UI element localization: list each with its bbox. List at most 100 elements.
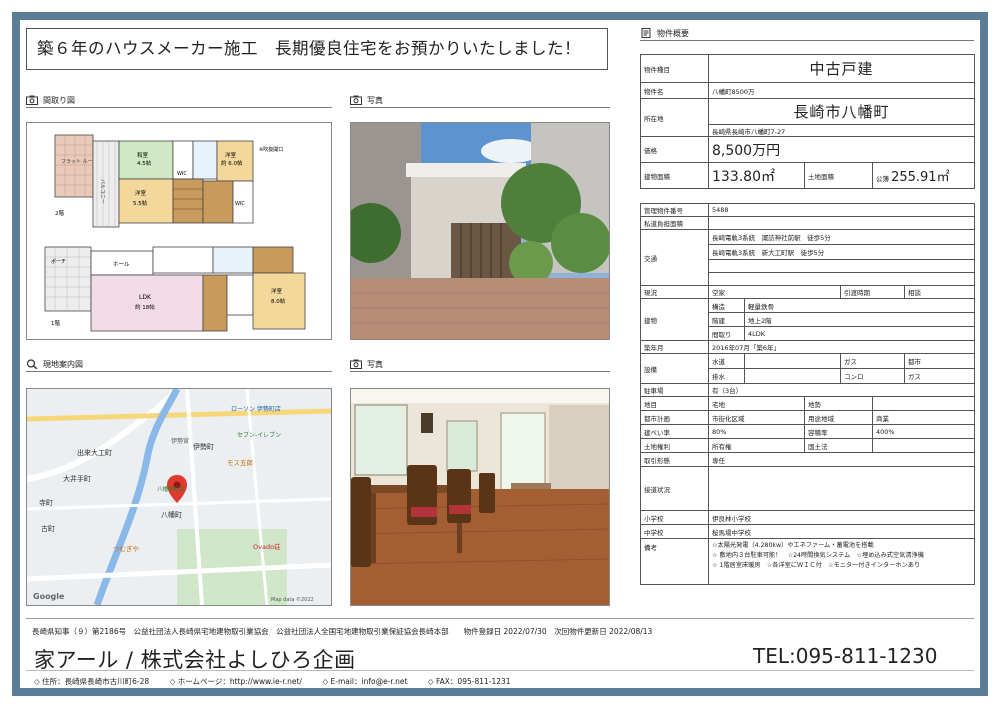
document-icon <box>641 28 651 38</box>
map-yahata: 八幡町 <box>161 510 182 519</box>
traffic-label: 交通 <box>640 229 709 286</box>
map-lawson: ローソン 伊勢町店 <box>231 405 281 413</box>
map-seven: セブン-イレブン <box>237 431 281 439</box>
property-detail-table: 管理物件番号 5488 私道負担面積 交通 長崎電軌3系統 諏訪神社前駅 徒歩5… <box>640 203 976 585</box>
trade-value: 専任 <box>707 452 976 467</box>
building-label: 建物 <box>640 298 709 341</box>
private-road-value <box>707 216 976 230</box>
homepage-link[interactable]: ◇ ホームページ：http://www.ie-r.net/ <box>170 677 302 686</box>
building-area-label: 建物面積 <box>640 162 709 189</box>
address: ◇ 住所：長崎県長崎市古川町6-28 <box>34 677 150 686</box>
fax: ◇ FAX：095-811-1231 <box>427 677 511 686</box>
map-ise: 伊勢町 <box>193 442 214 451</box>
land-right-label: 土地権利 <box>640 438 709 453</box>
floor1-label: 1階 <box>51 319 60 327</box>
junior-school-value: 桜馬場中学校 <box>707 524 976 539</box>
layout-value: 4LDK <box>743 326 976 341</box>
map-shrine: 八幡神社前 <box>157 485 185 493</box>
land-law-label: 国土法 <box>804 438 873 453</box>
layout-label: 間取り <box>708 326 745 341</box>
telephone[interactable]: TEL:095-811-1230 <box>753 644 937 668</box>
far-label: 容積率 <box>804 424 873 439</box>
room3-size: 8.0帖 <box>271 297 286 305</box>
structure-label: 構造 <box>708 298 745 313</box>
registration-text: 長崎県知事（９）第2186号 公益社団法人長崎県宅地建物取引業協会 公益社団法人… <box>32 627 653 636</box>
handover-label: 引渡時期 <box>840 285 905 299</box>
floor2-label: 2階 <box>55 209 64 217</box>
photo2-section-title: 写真 <box>350 358 610 372</box>
stove-label: コンロ <box>840 368 905 384</box>
use-zone-value: 商業 <box>871 410 976 425</box>
traffic-2: 長崎電軌3系統 新大工町駅 徒歩5分 <box>707 244 976 260</box>
private-road-label: 私道負担面積 <box>640 216 709 230</box>
status-label: 現況 <box>640 285 709 299</box>
building-area-value: 133.80㎡ <box>708 162 805 189</box>
map-tera: 寺町 <box>39 499 53 507</box>
elem-school-value: 伊良林小学校 <box>707 510 976 525</box>
far-value: 400% <box>871 424 976 439</box>
structure-value: 軽量鉄骨 <box>743 298 976 313</box>
floor1-plan: ポーチ ホール LDK 約 18帖 洋室 8.0帖 1階 <box>44 246 306 332</box>
headline: 築６年のハウスメーカー施工 長期優良住宅をお預かりいたしました！ <box>26 28 608 70</box>
built-label: 築年月 <box>640 340 709 354</box>
property-summary-table: 物件種目 中古戸建 物件名 八幡町8500万 所在地 長崎市八幡町 長崎県長崎市… <box>640 54 975 189</box>
contact-row: ◇ 住所：長崎県長崎市古川町6-28 ◇ ホームページ：http://www.i… <box>34 676 529 687</box>
terrain-label: 地勢 <box>804 396 873 411</box>
photo1-title-text: 写真 <box>367 96 383 105</box>
city-plan-label: 都市計画 <box>640 410 709 425</box>
parking-value: 有（3台） <box>707 383 976 397</box>
city-plan-value: 市街化区域 <box>708 410 805 425</box>
terrain-value <box>871 396 976 411</box>
facility-label: 設備 <box>640 353 709 384</box>
footer-divider <box>26 618 974 619</box>
photo2-title-text: 写真 <box>367 360 383 369</box>
map-section-title: 現地案内図 <box>26 358 332 372</box>
balcony-label: バルコニー <box>99 179 105 204</box>
map-title-text: 現地案内図 <box>43 360 83 369</box>
land-law-value <box>871 438 976 453</box>
mgmt-no-value: 5488 <box>707 203 976 217</box>
map-google-logo: Google <box>33 592 65 601</box>
land-area-cell: 公簿 255.91㎡ <box>872 162 975 189</box>
price-value: 8,500万円 <box>708 136 975 163</box>
room2-size: 約 6.0帖 <box>221 159 243 167</box>
map-mos: モス五郎 <box>227 458 254 467</box>
map-idekuwa: 出来大工町 <box>77 448 112 457</box>
name-label: 物件名 <box>640 82 709 99</box>
camera-icon <box>350 359 362 369</box>
handover-value: 相談 <box>903 285 976 299</box>
overview-section-title: 物件概要 <box>640 27 974 41</box>
footer-bottom-divider <box>26 670 974 671</box>
drain-label: 排水 <box>708 368 745 384</box>
hall-label: ホール <box>113 261 130 268</box>
camera-icon <box>26 95 38 105</box>
washitsu-size: 4.5帖 <box>137 159 152 167</box>
map-oisawa: 大井手町 <box>63 474 91 483</box>
road-value <box>707 466 976 511</box>
room3-label: 洋室 <box>271 287 283 295</box>
mgmt-no-label: 管理物件番号 <box>640 203 709 217</box>
wic1-label: WIC <box>177 171 187 177</box>
map-ise-shrine: 伊勢宮 <box>171 437 189 445</box>
email-link[interactable]: ◇ E-mail：info@e-r.net <box>322 677 407 686</box>
built-value: 2016年07月「築6年」 <box>707 340 976 354</box>
price-label: 価格 <box>640 136 709 163</box>
road-label: 接道状況 <box>640 466 709 511</box>
location-label: 所在地 <box>640 98 709 137</box>
remarks-line-2: ☆ 敷地内３台駐車可能！ ☆24時間換気システム ☆埋め込み式空気清浄機 <box>712 552 924 559</box>
exterior-photo <box>350 122 610 340</box>
floorplan-section-title: 間取り図 <box>26 94 332 108</box>
kind-value: 中古戸建 <box>708 54 975 83</box>
remarks-cell: ☆太陽光発電（4.280kw）やエネファーム・蓄電池を搭載 ☆ 敷地内３台駐車可… <box>707 538 976 585</box>
floorplan-title-text: 間取り図 <box>43 96 75 105</box>
elem-school-label: 小学校 <box>640 510 709 525</box>
coverage-value: 80% <box>708 424 805 439</box>
stove-value: ガス <box>903 368 976 384</box>
void-note: ※吹抜開口 <box>259 146 283 153</box>
ldk-label: LDK <box>139 294 152 301</box>
wic2-label: WIC <box>235 201 245 207</box>
land-cat-value: 宅地 <box>708 396 805 411</box>
kind-label: 物件種目 <box>640 54 709 83</box>
location-map[interactable]: 八幡町 伊勢町 伊勢宮 出来大工町 大井手町 寺町 古町 ローソン 伊勢町店 セ… <box>26 388 332 606</box>
camera-icon <box>350 95 362 105</box>
